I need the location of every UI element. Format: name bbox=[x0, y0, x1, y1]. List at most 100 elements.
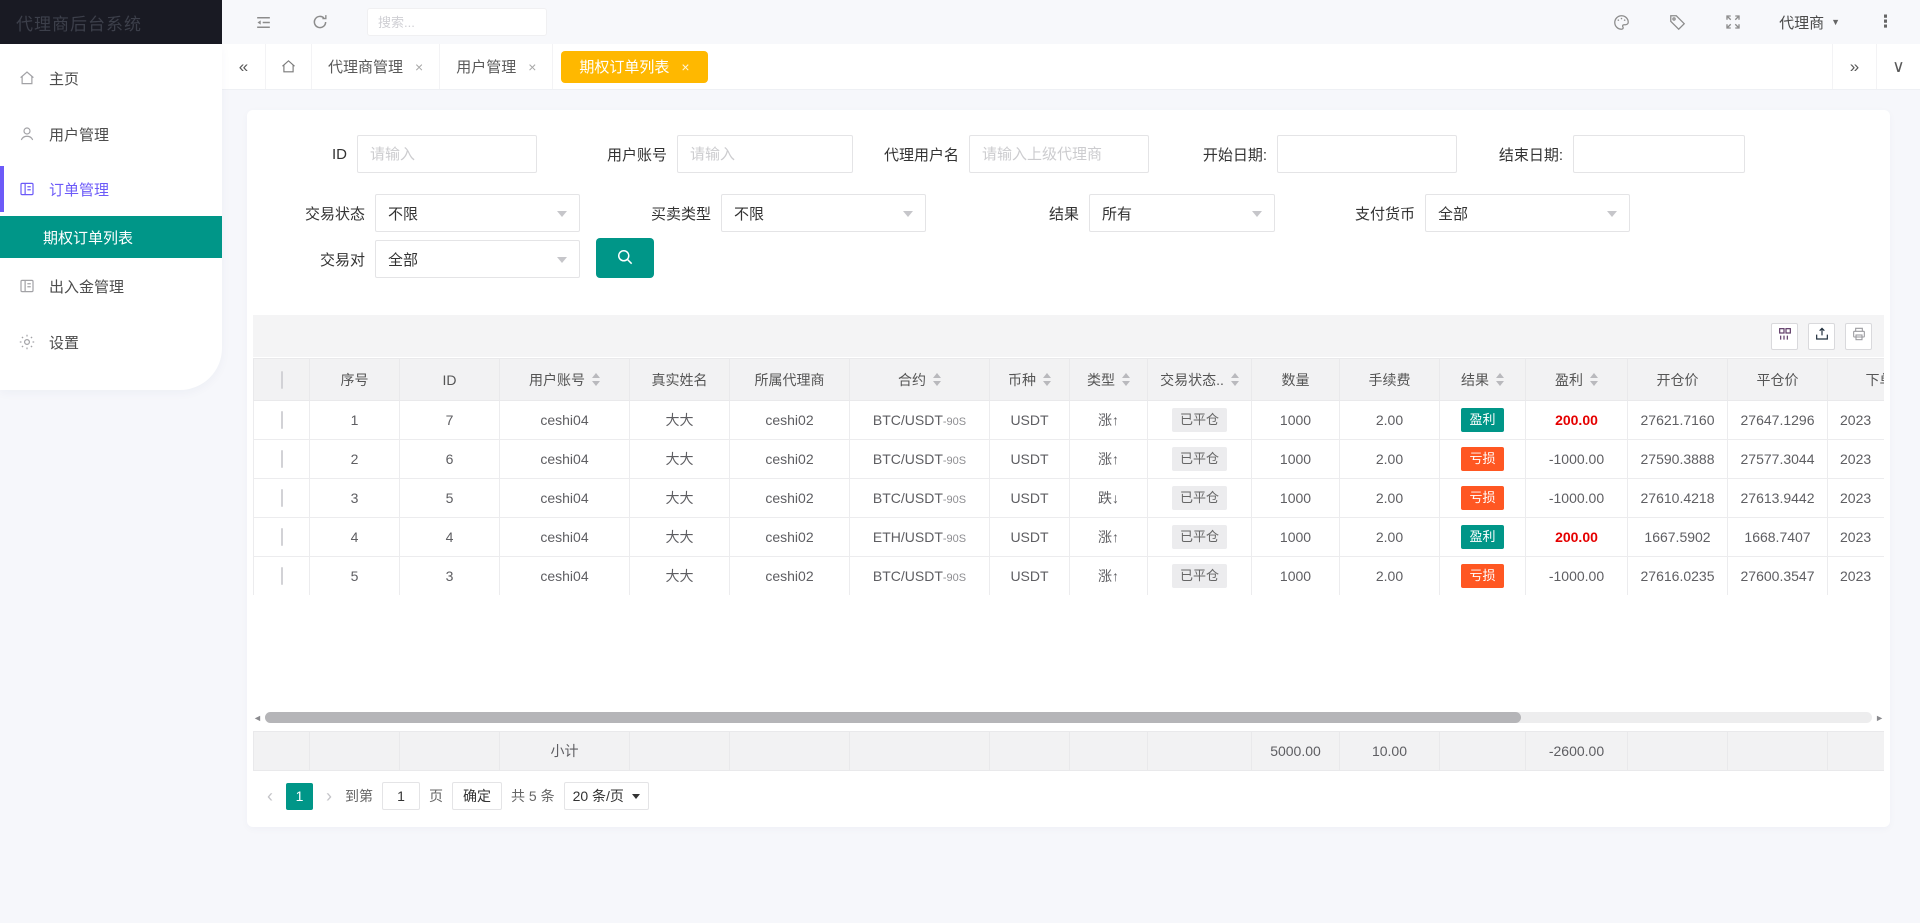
col-header-contract[interactable]: 合约 bbox=[849, 358, 990, 401]
filter-end-date: 结束日期: bbox=[1463, 135, 1745, 173]
collapse-sidebar-icon[interactable] bbox=[254, 13, 273, 32]
confirm-button[interactable]: 确定 bbox=[452, 782, 502, 810]
cell-close_price: 27647.1296 bbox=[1727, 400, 1828, 440]
prev-page-icon[interactable]: ‹ bbox=[263, 786, 277, 807]
cell-qty: 1000 bbox=[1251, 556, 1340, 595]
col-header-account[interactable]: 用户账号 bbox=[499, 358, 630, 401]
select-all-checkbox[interactable] bbox=[280, 370, 283, 389]
row-checkbox[interactable] bbox=[280, 450, 283, 468]
col-header-profit[interactable]: 盈利 bbox=[1525, 358, 1628, 401]
scroll-left-icon[interactable]: ◄ bbox=[253, 712, 262, 724]
goto-page-input[interactable] bbox=[382, 782, 420, 810]
pair-select[interactable]: 全部 bbox=[375, 240, 580, 278]
print-button[interactable] bbox=[1845, 322, 1872, 350]
sidebar-item-settings[interactable]: 设置 bbox=[0, 314, 222, 370]
tab-user-management[interactable]: 用户管理 × bbox=[440, 44, 554, 89]
filter-account: 用户账号 bbox=[577, 135, 853, 173]
tabs-scroll-left-icon[interactable]: « bbox=[222, 44, 266, 89]
export-icon bbox=[1814, 326, 1830, 347]
id-input[interactable] bbox=[357, 135, 537, 173]
tag-icon[interactable] bbox=[1668, 13, 1687, 32]
user-menu[interactable]: 代理商 ▼ bbox=[1779, 12, 1840, 33]
result-select[interactable]: 所有 bbox=[1089, 194, 1275, 232]
col-header-label: 结果 bbox=[1461, 371, 1489, 388]
close-icon[interactable]: × bbox=[415, 59, 423, 75]
tabs-scroll-right-icon[interactable]: » bbox=[1832, 44, 1876, 89]
cell-profit: -1000.00 bbox=[1525, 478, 1628, 518]
search-input[interactable] bbox=[367, 8, 547, 36]
tab-home-icon[interactable] bbox=[266, 44, 312, 89]
next-page-icon[interactable]: › bbox=[322, 786, 336, 807]
cell-id: 7 bbox=[399, 400, 500, 440]
start-date-input[interactable] bbox=[1277, 135, 1457, 173]
export-button[interactable] bbox=[1808, 322, 1835, 350]
chevron-down-icon bbox=[903, 211, 913, 217]
fullscreen-icon[interactable] bbox=[1724, 13, 1742, 31]
col-header-status[interactable]: 交易状态.. bbox=[1147, 358, 1252, 401]
close-icon[interactable]: × bbox=[528, 59, 536, 75]
agent-input[interactable] bbox=[969, 135, 1149, 173]
page-size-select[interactable]: 20 条/页 bbox=[563, 782, 649, 810]
active-indicator-bar bbox=[0, 166, 4, 212]
trade-status-select[interactable]: 不限 bbox=[375, 194, 580, 232]
tab-option-orders[interactable]: 期权订单列表 × bbox=[561, 50, 708, 83]
row-checkbox[interactable] bbox=[280, 528, 283, 546]
col-header-order_time: 下单时间 bbox=[1827, 358, 1884, 401]
pay-coin-select[interactable]: 全部 bbox=[1425, 194, 1630, 232]
tabs-menu-icon[interactable]: ∨ bbox=[1876, 44, 1920, 89]
col-header-coin[interactable]: 币种 bbox=[989, 358, 1070, 401]
summary-empty-cell bbox=[399, 731, 500, 771]
cell-coin: USDT bbox=[989, 556, 1070, 595]
cell-checkbox[interactable] bbox=[253, 556, 310, 595]
scrollbar-thumb[interactable] bbox=[265, 712, 1521, 723]
row-checkbox[interactable] bbox=[280, 489, 283, 507]
user-icon bbox=[18, 125, 36, 143]
sort-icon[interactable] bbox=[1122, 373, 1130, 386]
columns-filter-button[interactable] bbox=[1771, 322, 1798, 350]
cell-checkbox[interactable] bbox=[253, 400, 310, 440]
cell-checkbox[interactable] bbox=[253, 439, 310, 479]
scroll-right-icon[interactable]: ► bbox=[1875, 712, 1884, 724]
cell-qty: 1000 bbox=[1251, 478, 1340, 518]
col-header-label: 类型 bbox=[1087, 371, 1115, 388]
sidebar-item-funds-management[interactable]: 出入金管理 bbox=[0, 258, 222, 314]
row-checkbox[interactable] bbox=[280, 567, 283, 585]
cell-close_price: 1668.7407 bbox=[1727, 517, 1828, 557]
cell-type: 涨↑ bbox=[1069, 439, 1148, 479]
cell-seq: 5 bbox=[309, 556, 400, 595]
cell-result: 盈利 bbox=[1439, 517, 1526, 557]
sidebar-item-home[interactable]: 主页 bbox=[0, 50, 222, 106]
cell-agent: ceshi02 bbox=[729, 478, 850, 518]
sidebar-item-order-management[interactable]: 订单管理 bbox=[0, 162, 222, 216]
cell-account: ceshi04 bbox=[499, 517, 630, 557]
sort-icon[interactable] bbox=[933, 373, 941, 386]
page-number-button[interactable]: 1 bbox=[286, 782, 313, 810]
columns-icon bbox=[1777, 326, 1793, 347]
col-header-type[interactable]: 类型 bbox=[1069, 358, 1148, 401]
tab-agent-management[interactable]: 代理商管理 × bbox=[312, 44, 441, 89]
close-icon[interactable]: × bbox=[681, 59, 689, 75]
sort-icon[interactable] bbox=[1590, 373, 1598, 386]
more-menu-icon[interactable]: ⋮ bbox=[1877, 12, 1894, 32]
row-checkbox[interactable] bbox=[280, 411, 283, 429]
theme-palette-icon[interactable] bbox=[1612, 13, 1631, 32]
sort-icon[interactable] bbox=[592, 373, 600, 386]
funds-icon bbox=[18, 277, 36, 295]
account-input[interactable] bbox=[677, 135, 853, 173]
trade-type-select[interactable]: 不限 bbox=[721, 194, 926, 232]
end-date-input[interactable] bbox=[1573, 135, 1745, 173]
cell-status: 已平仓 bbox=[1147, 439, 1252, 479]
cell-realname: 大大 bbox=[629, 478, 730, 518]
sidebar-item-user-management[interactable]: 用户管理 bbox=[0, 106, 222, 162]
sort-icon[interactable] bbox=[1043, 373, 1051, 386]
cell-checkbox[interactable] bbox=[253, 517, 310, 557]
col-header-checkbox[interactable] bbox=[253, 358, 310, 401]
profit-value: -1000.00 bbox=[1548, 451, 1605, 467]
cell-checkbox[interactable] bbox=[253, 478, 310, 518]
sidebar-item-option-order-list[interactable]: 期权订单列表 bbox=[0, 216, 222, 258]
search-button[interactable] bbox=[596, 238, 654, 278]
refresh-icon[interactable] bbox=[311, 13, 329, 31]
col-header-result[interactable]: 结果 bbox=[1439, 358, 1526, 401]
sort-icon[interactable] bbox=[1230, 373, 1239, 386]
sort-icon[interactable] bbox=[1496, 373, 1504, 386]
